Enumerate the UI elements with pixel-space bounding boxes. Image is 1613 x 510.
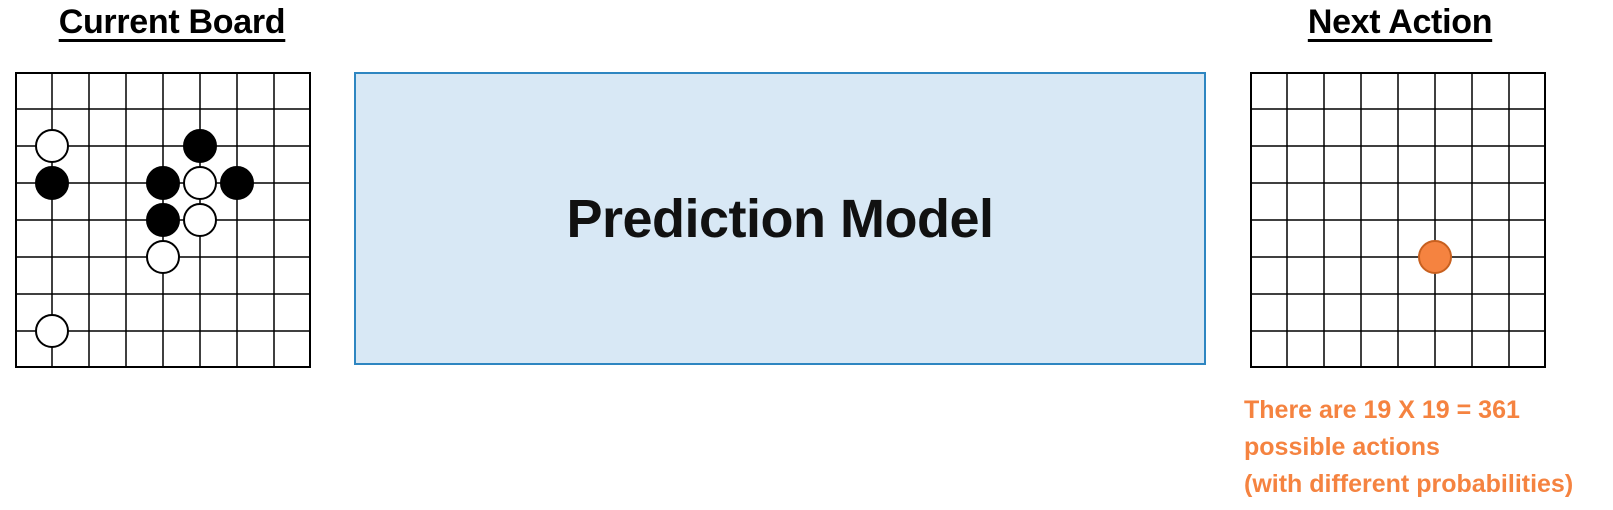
- note-line: (with different probabilities): [1244, 470, 1574, 498]
- black-stone: [35, 166, 69, 200]
- prediction-model-box: Prediction Model: [354, 72, 1206, 365]
- next-action-board: [1250, 72, 1546, 368]
- black-stone: [146, 203, 180, 237]
- white-stone: [146, 240, 180, 274]
- white-stone: [183, 166, 217, 200]
- current-board-grid: [15, 72, 311, 368]
- next-action-heading: Next Action: [1307, 3, 1493, 41]
- prediction-model-label: Prediction Model: [566, 188, 994, 249]
- white-stone: [35, 314, 69, 348]
- note-line: There are 19 X 19 = 361: [1244, 396, 1520, 424]
- black-stone: [220, 166, 254, 200]
- black-stone: [146, 166, 180, 200]
- white-stone: [183, 203, 217, 237]
- current-board-heading: Current Board: [58, 3, 286, 41]
- note-line: possible actions: [1244, 433, 1440, 461]
- orange-stone: [1418, 240, 1452, 274]
- black-stone: [183, 129, 217, 163]
- white-stone: [35, 129, 69, 163]
- next-action-grid: [1250, 72, 1546, 368]
- current-board: [15, 72, 311, 368]
- possible-actions-note: There are 19 X 19 = 361 possible actions…: [1244, 392, 1613, 503]
